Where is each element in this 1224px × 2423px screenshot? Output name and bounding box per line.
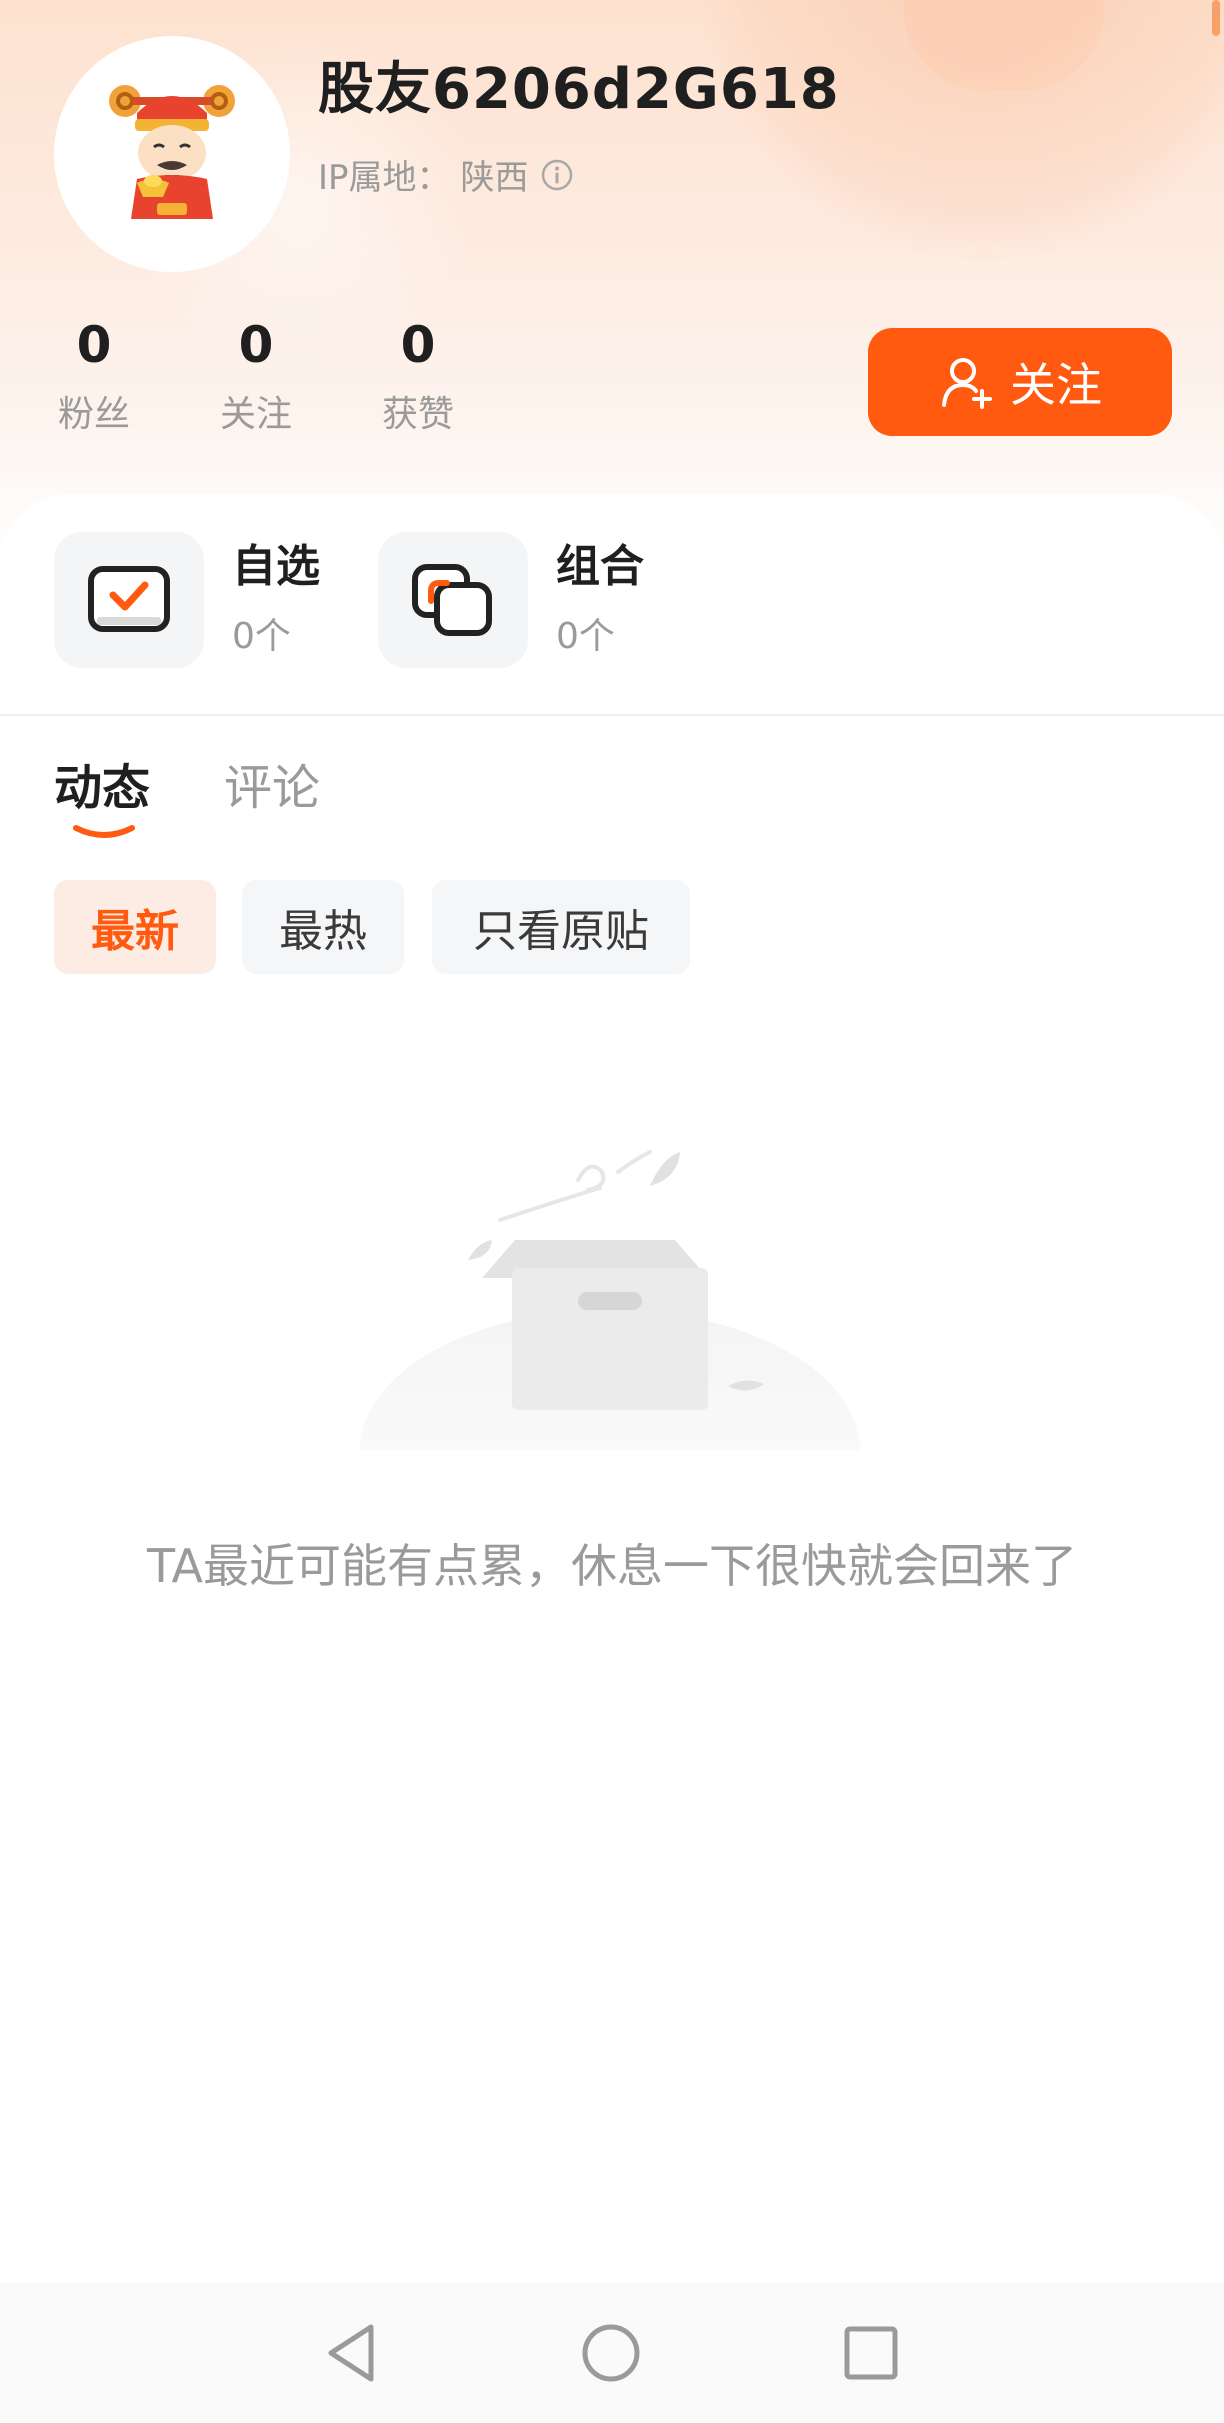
stat-fans-label: 粉丝 <box>57 394 130 435</box>
watchlist-count: 0个 <box>232 616 291 658</box>
portfolio-icon-box <box>378 532 528 668</box>
follow-button[interactable]: 关注 <box>868 328 1172 436</box>
profile-page: 股友6206d2G618 IP属地： 陕西 0 粉丝 0 关注 0 获赞 关注 <box>0 0 1224 2423</box>
stat-likes-value: 0 <box>400 316 436 374</box>
ip-label: IP属地： <box>318 158 451 198</box>
ip-location: 陕西 <box>460 158 529 198</box>
assets-row: 自选 0个 组合 0个 <box>0 494 1224 714</box>
stat-following[interactable]: 0 关注 <box>196 318 316 437</box>
portfolio-title: 组合 <box>556 540 644 592</box>
tab-posts[interactable]: 动态 <box>54 748 150 818</box>
recents-icon <box>844 2326 898 2380</box>
stat-fans[interactable]: 0 粉丝 <box>34 318 154 437</box>
content-card <box>0 494 1224 2423</box>
ip-location-row: IP属地： 陕西 <box>318 150 575 199</box>
tab-active-indicator <box>73 825 135 838</box>
tab-comments[interactable]: 评论 <box>224 748 320 818</box>
asset-watchlist[interactable]: 自选 0个 <box>54 530 320 670</box>
nav-recents-button[interactable] <box>836 2318 906 2388</box>
stat-following-label: 关注 <box>219 394 292 435</box>
stat-fans-value: 0 <box>76 316 112 374</box>
stat-likes[interactable]: 0 获赞 <box>358 318 478 437</box>
follow-button-label: 关注 <box>1010 358 1102 412</box>
nav-home-button[interactable] <box>576 2318 646 2388</box>
username: 股友6206d2G618 <box>318 57 840 122</box>
asset-portfolio[interactable]: 组合 0个 <box>378 530 644 670</box>
filter-original-only[interactable]: 只看原贴 <box>432 880 690 974</box>
home-icon <box>582 2324 640 2382</box>
portfolio-count: 0个 <box>556 616 615 658</box>
empty-box-icon <box>360 1150 860 1450</box>
watchlist-icon-box <box>54 532 204 668</box>
watchlist-title: 自选 <box>232 540 320 592</box>
checkbox-icon <box>88 566 170 632</box>
filter-hottest[interactable]: 最热 <box>242 880 404 974</box>
scroll-indicator <box>1212 0 1220 36</box>
section-divider <box>0 714 1224 716</box>
back-icon <box>328 2324 374 2382</box>
nav-back-button[interactable] <box>316 2318 386 2388</box>
stat-following-value: 0 <box>238 316 274 374</box>
portfolio-icon <box>412 564 492 636</box>
info-icon[interactable] <box>539 157 575 193</box>
caishen-avatar-icon <box>109 85 235 219</box>
avatar[interactable] <box>54 36 290 272</box>
add-user-icon <box>942 358 992 409</box>
filter-latest[interactable]: 最新 <box>54 880 216 974</box>
empty-state-message: TA最近可能有点累，休息一下很快就会回来了 <box>147 1539 1077 1593</box>
stat-likes-label: 获赞 <box>381 394 454 435</box>
